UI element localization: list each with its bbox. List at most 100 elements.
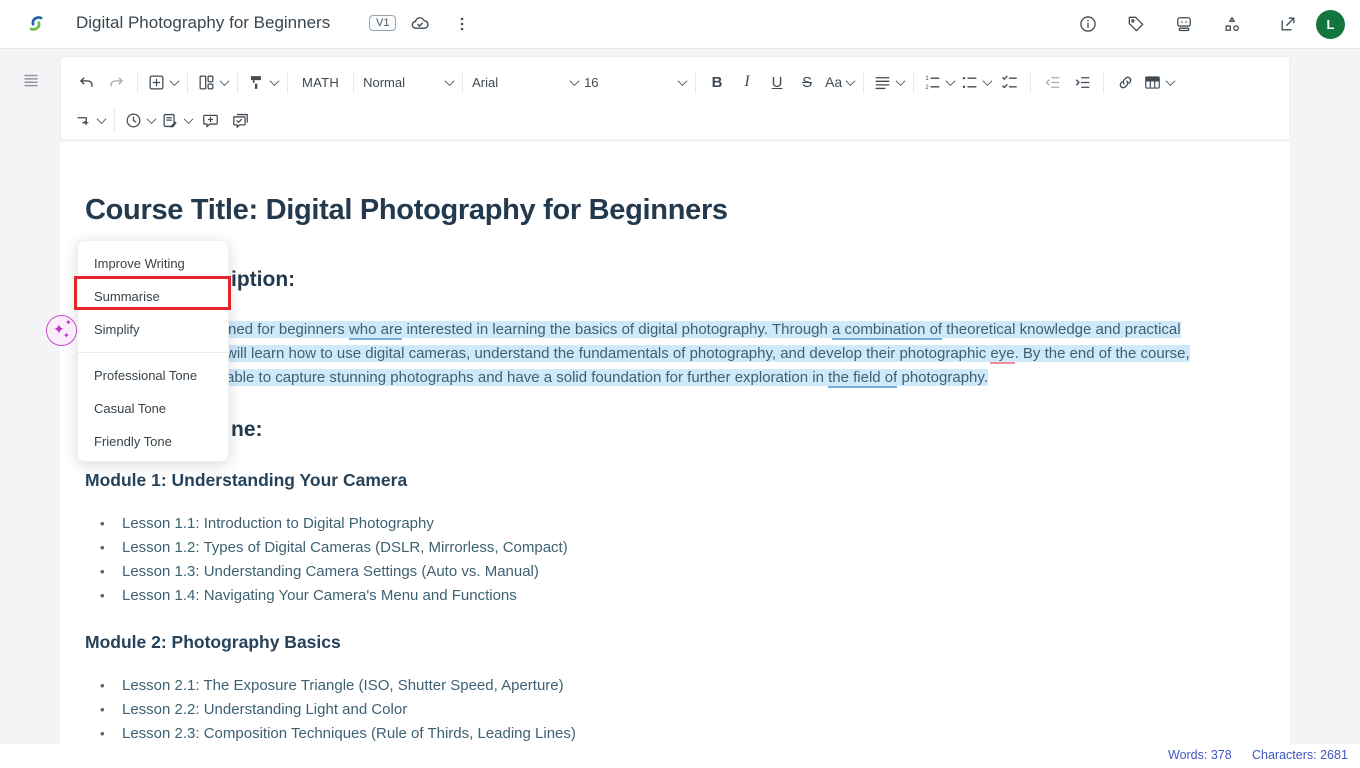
undo-icon[interactable]	[71, 67, 101, 97]
bullet-icon: •	[100, 512, 122, 536]
cloud-sync-icon[interactable]	[408, 12, 432, 36]
suggestion-underline-red[interactable]: eye	[990, 345, 1014, 364]
font-family-dropdown[interactable]: Arial	[469, 67, 581, 97]
text-segment: interested in learning the basics of dig…	[402, 321, 832, 338]
suggestion-underline-blue[interactable]: a combination of	[832, 321, 942, 340]
text-case-dropdown[interactable]: Aa	[822, 67, 857, 97]
doc-paragraph-line-3: able to capture stunning photographs and…	[226, 366, 988, 390]
indent-icon[interactable]	[1067, 67, 1097, 97]
words-value: 378	[1211, 748, 1232, 762]
doc-module-2-heading: Module 2: Photography Basics	[85, 632, 341, 653]
ai-sparkle-button[interactable]: ✦ ✦ ✦	[46, 315, 77, 346]
svg-text:1: 1	[926, 76, 929, 82]
doc-outline-heading-fragment: ne:	[231, 418, 263, 442]
suggestion-underline-blue[interactable]: who are	[349, 321, 402, 340]
table-icon[interactable]	[1140, 67, 1177, 97]
outdent-icon[interactable]	[1037, 67, 1067, 97]
profile-card-icon[interactable]	[1172, 12, 1196, 36]
font-size-dropdown[interactable]: 16	[581, 67, 689, 97]
list-item: •Lesson 2.1: The Exposure Triangle (ISO,…	[100, 674, 576, 698]
document-title[interactable]: Digital Photography for Beginners	[76, 13, 330, 33]
ai-menu-item-simplify[interactable]: Simplify	[78, 313, 228, 346]
text-case-label: Aa	[825, 74, 842, 90]
characters-value: 2681	[1320, 748, 1348, 762]
user-avatar[interactable]: L	[1316, 10, 1345, 39]
outline-list-icon[interactable]	[22, 71, 42, 91]
doc-course-title: Course Title: Digital Photography for Be…	[85, 194, 728, 227]
bold-button[interactable]: B	[702, 67, 732, 97]
lesson-text: Lesson 2.1: The Exposure Triangle (ISO, …	[122, 674, 564, 698]
bullet-icon: •	[100, 584, 122, 608]
info-icon[interactable]	[1076, 12, 1100, 36]
doc-description-heading-fragment: iption:	[231, 268, 295, 292]
version-badge[interactable]: V1	[369, 15, 396, 31]
paragraph-style-dropdown[interactable]: Normal	[360, 67, 456, 97]
ai-menu-item-friendly-tone[interactable]: Friendly Tone	[78, 425, 228, 458]
text-segment: . By the end of the course,	[1015, 345, 1190, 362]
link-icon[interactable]	[1110, 67, 1140, 97]
list-item: •Lesson 2.2: Understanding Light and Col…	[100, 698, 576, 722]
text-segment: able to capture stunning photographs and…	[226, 369, 828, 386]
layout-columns-icon[interactable]	[194, 67, 231, 97]
svg-text:2: 2	[926, 85, 929, 91]
status-bar: Words: 378 Characters: 2681	[0, 744, 1360, 768]
module-2-lessons: •Lesson 2.1: The Exposure Triangle (ISO,…	[100, 674, 576, 744]
paragraph-style-value: Normal	[363, 75, 405, 90]
document-page[interactable]: Course Title: Digital Photography for Be…	[60, 142, 1290, 744]
character-count: Characters: 2681	[1252, 748, 1348, 762]
toolbar-row-review	[71, 103, 255, 137]
redo-icon[interactable]	[101, 67, 131, 97]
numbered-list-icon[interactable]: 12	[920, 67, 957, 97]
editor-toolbar: MATH Normal Arial 16 B I U S Aa 12	[60, 56, 1290, 140]
tag-icon[interactable]	[1124, 12, 1148, 36]
more-options-icon[interactable]	[450, 12, 474, 36]
lesson-text: Lesson 1.1: Introduction to Digital Phot…	[122, 512, 434, 536]
lesson-text: Lesson 2.2: Understanding Light and Colo…	[122, 698, 407, 722]
annotation-red-box	[74, 276, 231, 310]
sparkle-icon: ✦	[63, 331, 70, 340]
bullet-list-icon[interactable]	[957, 67, 994, 97]
doc-paragraph-line-1: ned for beginners who are interested in …	[228, 318, 1181, 342]
font-family-value: Arial	[472, 75, 498, 90]
text-segment: photography.	[897, 369, 988, 386]
zoho-learn-logo[interactable]	[24, 11, 48, 35]
list-item: •Lesson 2.3: Composition Techniques (Rul…	[100, 722, 576, 744]
math-button[interactable]: MATH	[294, 67, 347, 97]
text-segment: ned for beginners	[228, 321, 349, 338]
list-item: •Lesson 1.1: Introduction to Digital Pho…	[100, 512, 568, 536]
align-icon[interactable]	[870, 67, 907, 97]
list-item: •Lesson 1.4: Navigating Your Camera's Me…	[100, 584, 568, 608]
ai-menu-item-professional-tone[interactable]: Professional Tone	[78, 359, 228, 392]
select-area-icon[interactable]	[71, 105, 108, 135]
strikethrough-button[interactable]: S	[792, 67, 822, 97]
app-header: Digital Photography for Beginners V1 L	[0, 0, 1360, 49]
sitemap-icon[interactable]	[1220, 12, 1244, 36]
characters-label: Characters:	[1252, 748, 1317, 762]
italic-button[interactable]: I	[732, 67, 762, 97]
text-segment: will learn how to use digital cameras, u…	[226, 345, 990, 362]
add-comment-icon[interactable]	[195, 105, 225, 135]
lesson-text: Lesson 1.3: Understanding Camera Setting…	[122, 560, 539, 584]
word-count: Words: 378	[1168, 748, 1232, 762]
bullet-icon: •	[100, 722, 122, 744]
note-edit-icon[interactable]	[158, 105, 195, 135]
bullet-icon: •	[100, 536, 122, 560]
underline-button[interactable]: U	[762, 67, 792, 97]
toolbar-row-formatting: MATH Normal Arial 16 B I U S Aa 12	[71, 65, 1281, 99]
text-segment: theoretical knowledge and practical	[942, 321, 1180, 338]
insert-icon[interactable]	[144, 67, 181, 97]
bullet-icon: •	[100, 698, 122, 722]
ai-writing-menu: Improve Writing Summarise Simplify Profe…	[77, 240, 229, 462]
history-icon[interactable]	[121, 105, 158, 135]
doc-paragraph-line-2: will learn how to use digital cameras, u…	[226, 342, 1190, 366]
share-icon[interactable]	[1276, 12, 1300, 36]
module-1-lessons: •Lesson 1.1: Introduction to Digital Pho…	[100, 512, 568, 608]
lesson-text: Lesson 1.4: Navigating Your Camera's Men…	[122, 584, 517, 608]
sparkle-icon: ✦	[65, 318, 72, 327]
ai-menu-item-casual-tone[interactable]: Casual Tone	[78, 392, 228, 425]
resolved-comments-icon[interactable]	[225, 105, 255, 135]
checklist-icon[interactable]	[994, 67, 1024, 97]
suggestion-underline-blue[interactable]: the field of	[828, 369, 897, 388]
format-paint-icon[interactable]	[244, 67, 281, 97]
lesson-text: Lesson 2.3: Composition Techniques (Rule…	[122, 722, 576, 744]
